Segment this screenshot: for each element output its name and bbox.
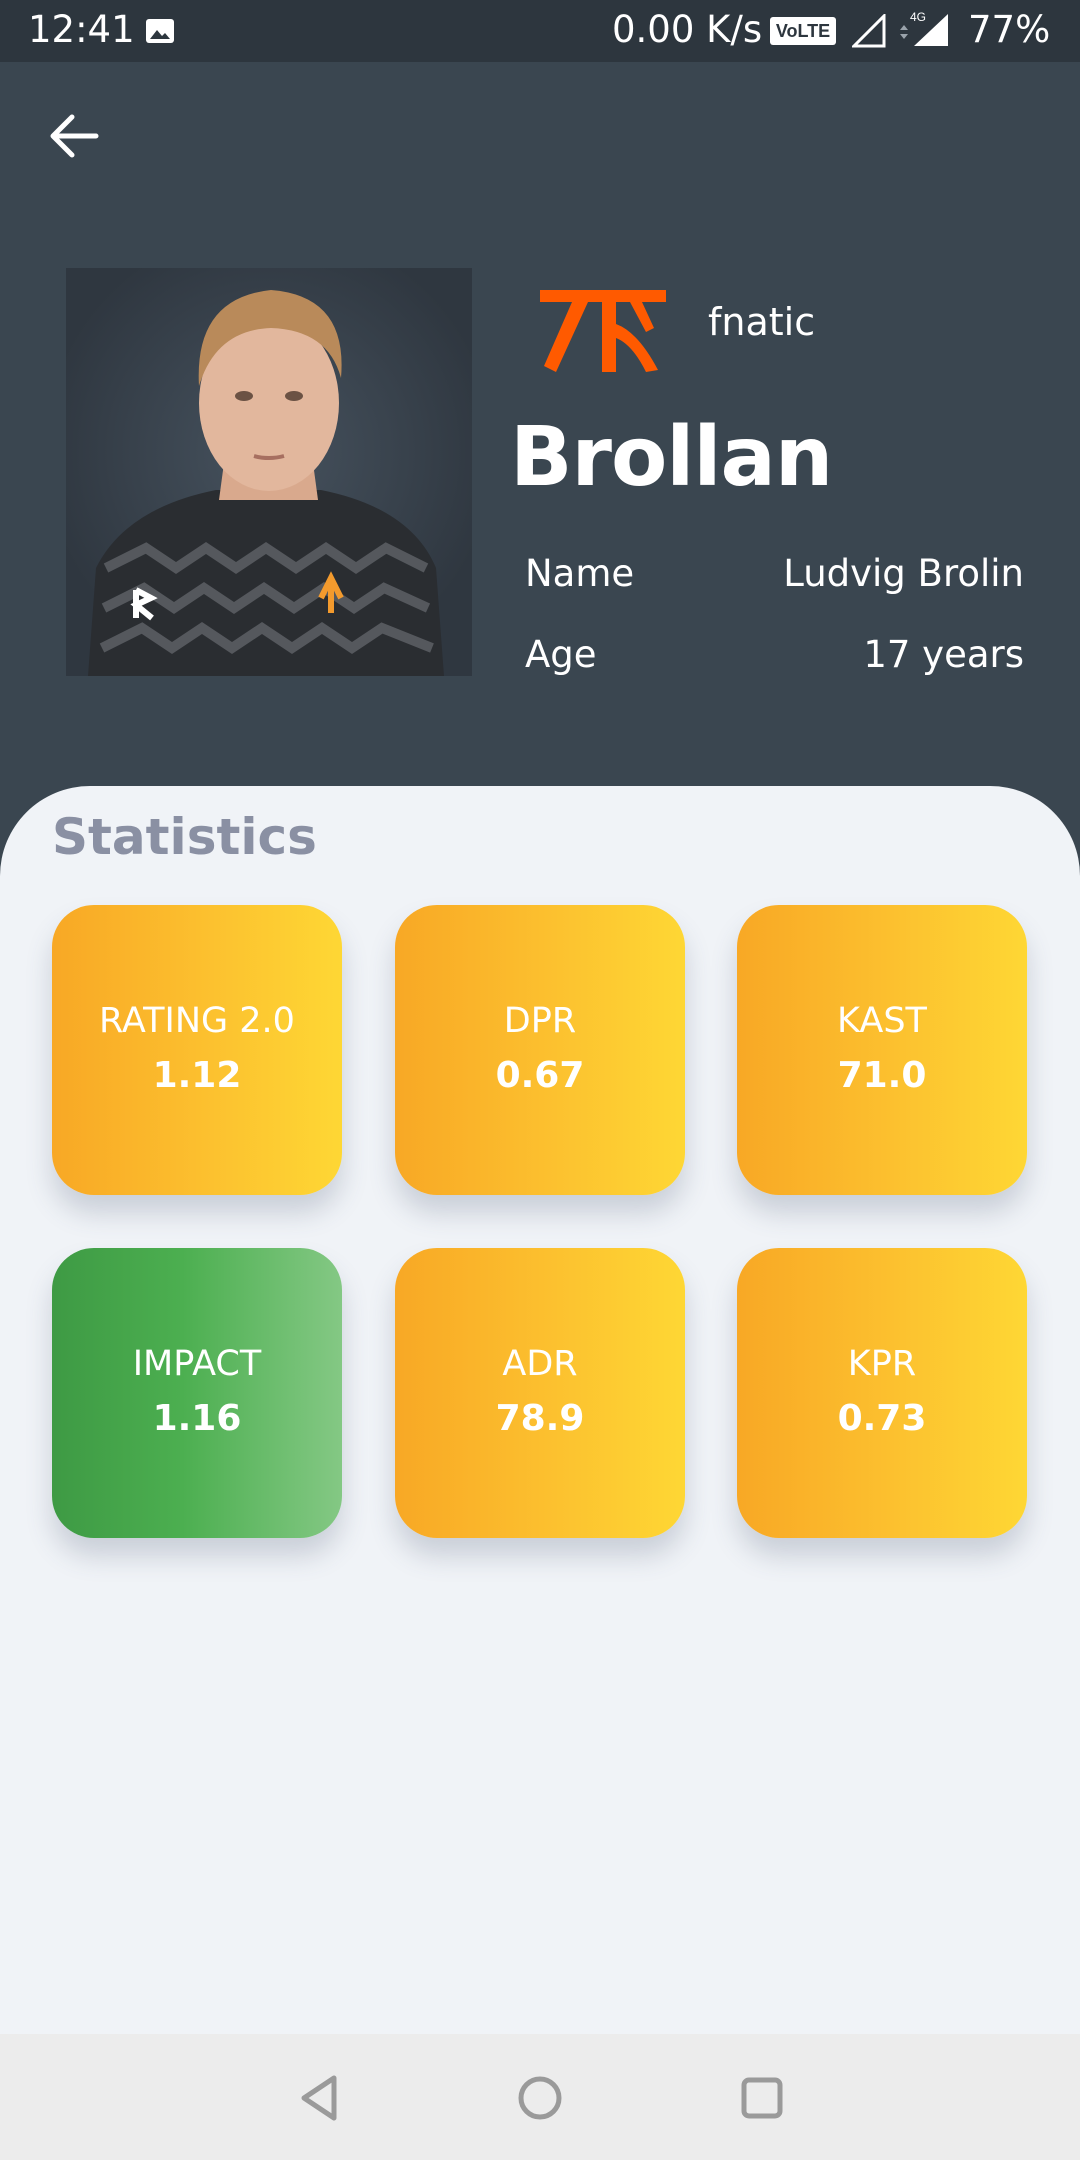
name-value: Ludvig Brolin [783,552,1024,595]
age-value: 17 years [863,633,1024,676]
player-nickname: Brollan [510,410,833,505]
team-name: fnatic [708,300,816,344]
stat-card-kpr[interactable]: KPR 0.73 [737,1248,1027,1538]
stat-value: 0.67 [495,1055,585,1096]
circle-home-icon[interactable] [512,2070,568,2126]
status-time: 12:41 [28,8,135,51]
stat-card-kast[interactable]: KAST 71.0 [737,905,1027,1195]
statistics-title: Statistics [52,808,317,866]
stat-card-rating[interactable]: RATING 2.0 1.12 [52,905,342,1195]
battery-level: 77% [968,8,1051,51]
triangle-back-icon[interactable] [292,2070,348,2126]
stat-card-dpr[interactable]: DPR 0.67 [395,905,685,1195]
signal-outline-icon [852,14,886,48]
stat-value: 78.9 [495,1398,585,1439]
volte-badge: VoLTE [770,17,836,45]
image-notification-icon [146,19,174,43]
svg-text:4G: 4G [910,10,926,24]
stat-label: RATING 2.0 [99,1001,295,1041]
stat-label: KAST [837,1001,927,1041]
stat-card-impact[interactable]: IMPACT 1.16 [52,1248,342,1538]
stat-label: IMPACT [132,1344,262,1384]
stat-value: 1.16 [152,1398,242,1439]
team-logo-icon [540,290,666,372]
player-portrait-image [88,290,444,676]
stat-label: ADR [502,1344,578,1384]
status-bar: 12:41 0.00 K/s VoLTE 4G 77% [0,0,1080,62]
square-recents-icon[interactable] [734,2070,790,2126]
stat-value: 0.73 [837,1398,927,1439]
name-label: Name [525,552,635,595]
arrow-left-icon[interactable] [44,108,104,164]
stat-value: 1.12 [152,1055,242,1096]
player-photo [66,268,472,676]
age-label: Age [525,633,597,676]
stat-label: KPR [847,1344,917,1384]
stat-label: DPR [503,1001,577,1041]
network-speed: 0.00 K/s [612,8,763,51]
system-nav-bar [0,2034,1080,2160]
stat-card-adr[interactable]: ADR 78.9 [395,1248,685,1538]
stat-value: 71.0 [837,1055,927,1096]
signal-4g-icon: 4G [900,10,948,46]
